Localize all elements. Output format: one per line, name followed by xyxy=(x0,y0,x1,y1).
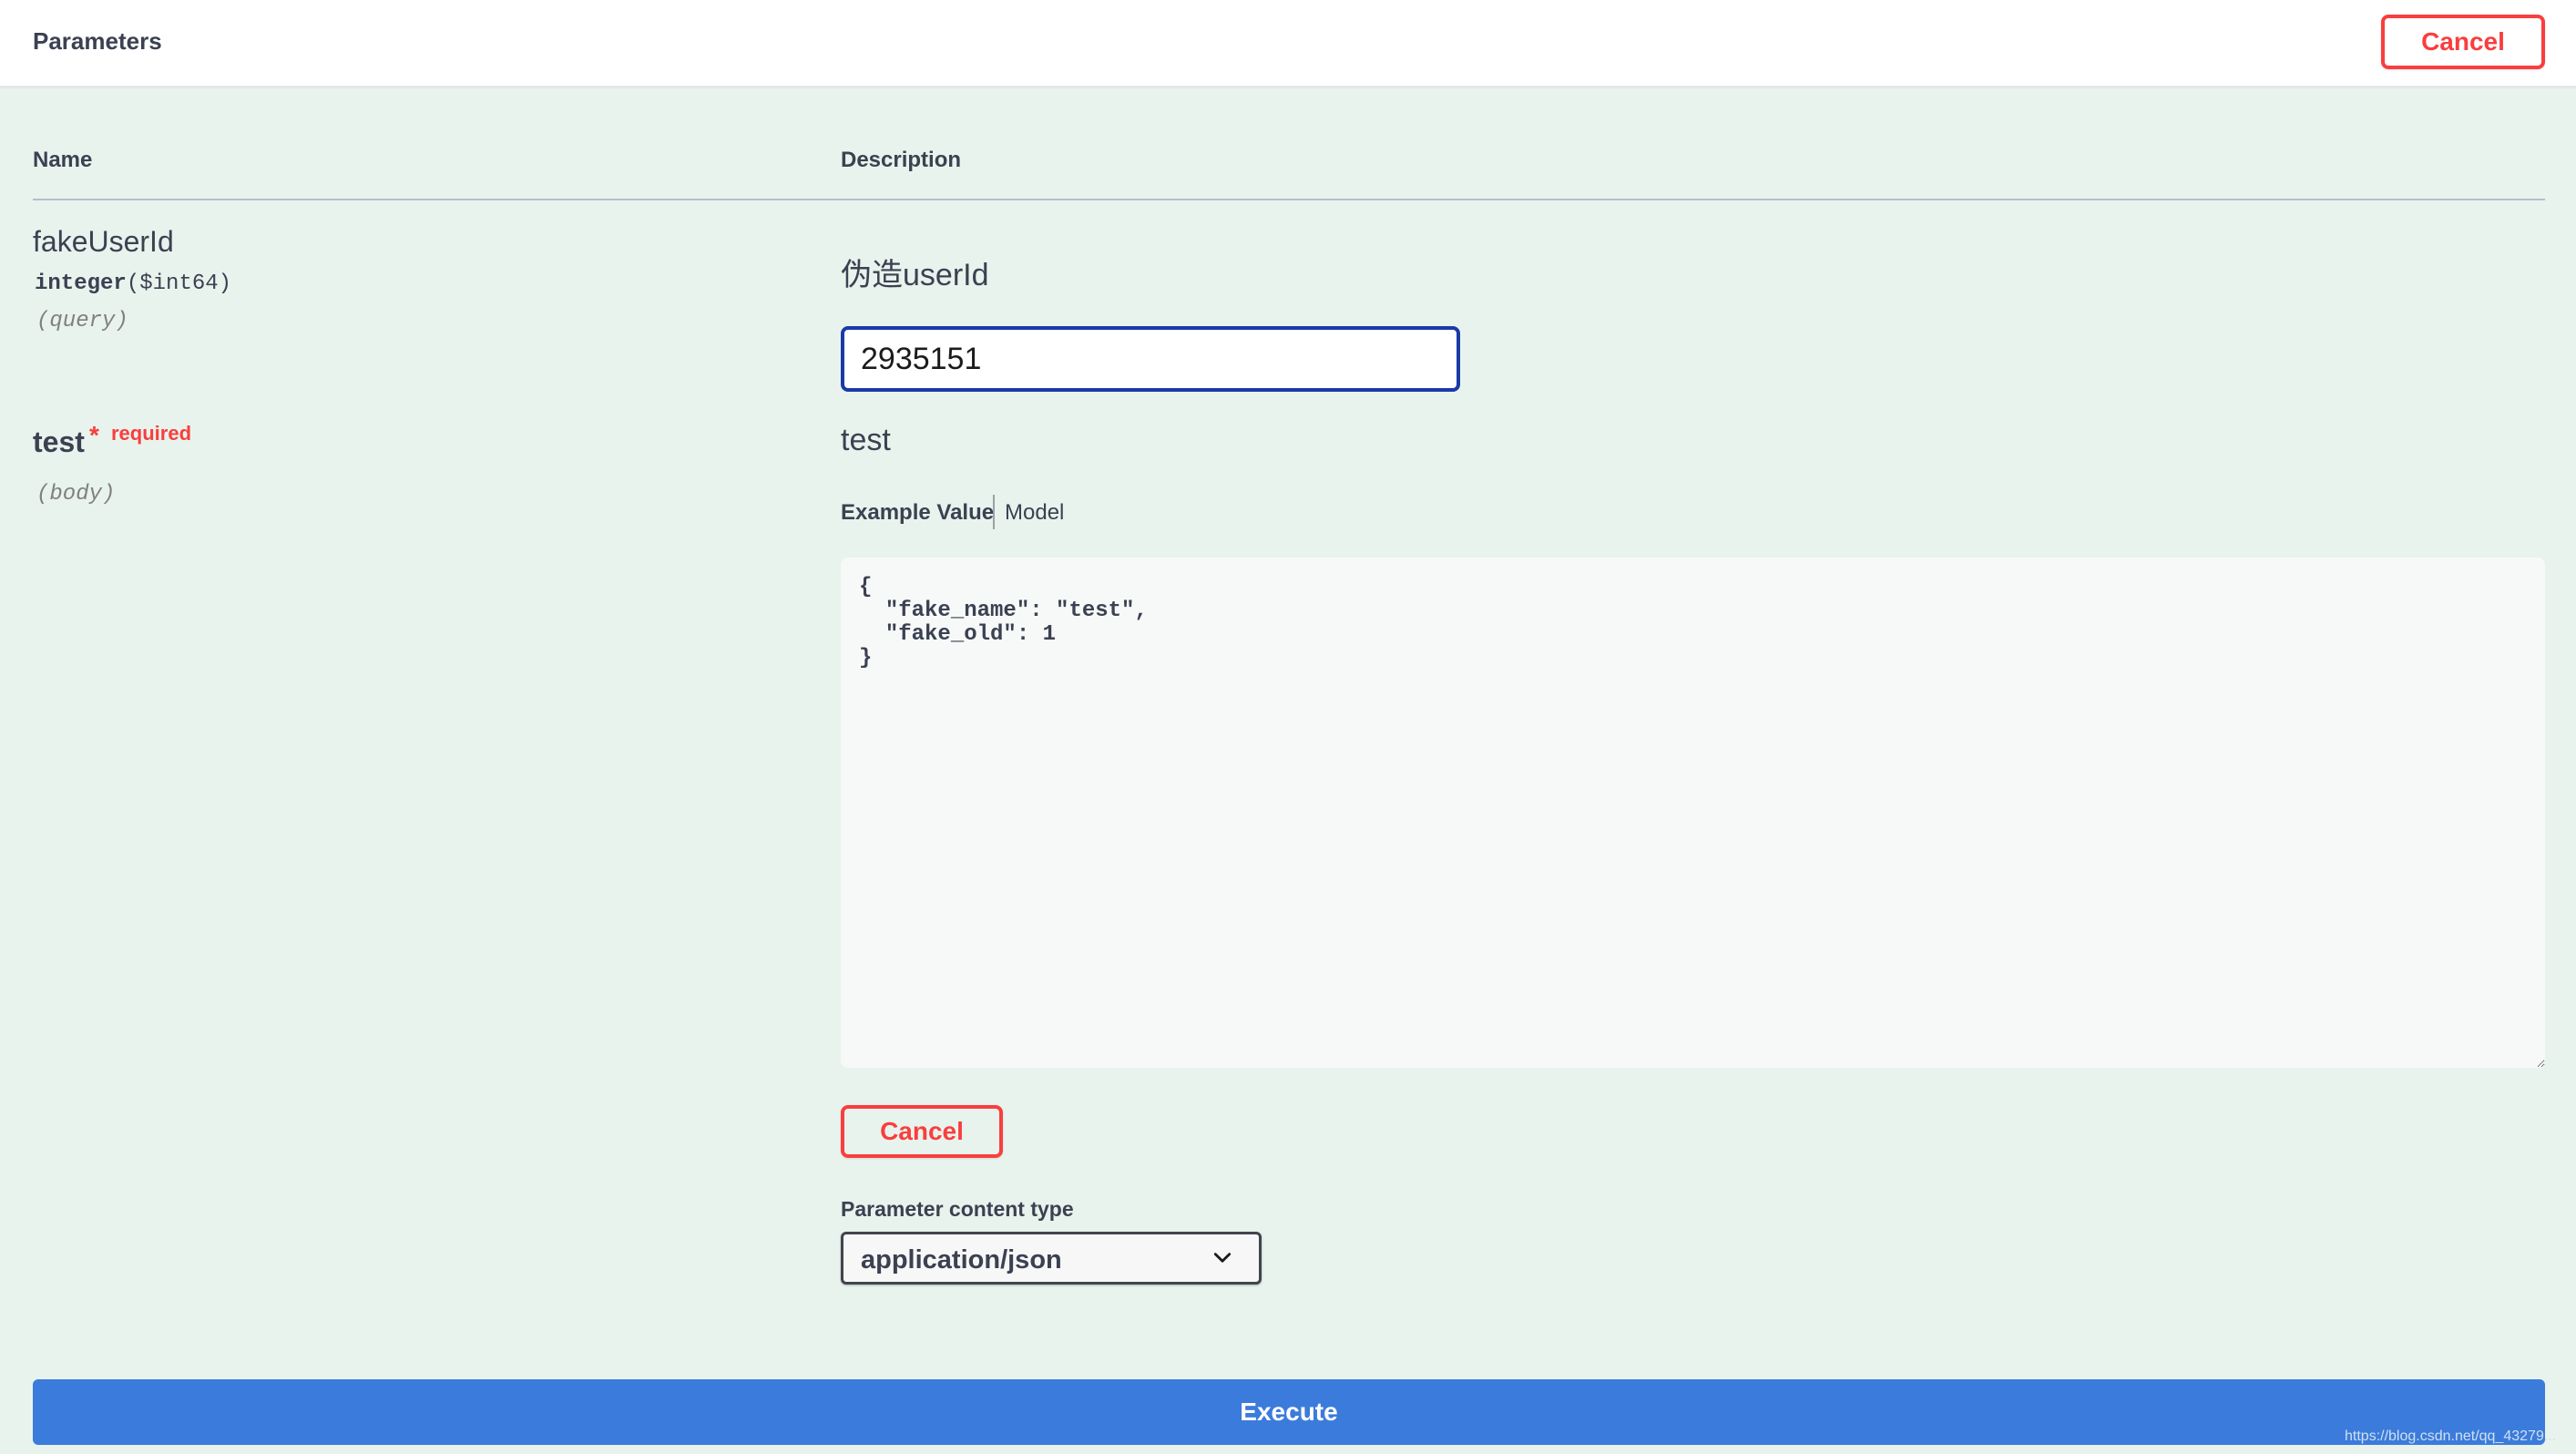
column-header-name: Name xyxy=(33,148,93,172)
param-location-body: (body) xyxy=(36,482,116,507)
parameters-header: Parameters Cancel xyxy=(0,0,2576,88)
param-name-fakeuserid: fakeUserId xyxy=(33,225,174,258)
column-header-description: Description xyxy=(841,148,962,172)
param-description-fakeuserid: 伪造userId xyxy=(841,258,989,292)
tab-divider xyxy=(993,495,995,529)
param-type: integer($int64) xyxy=(35,271,231,296)
param-type-format: ($int64) xyxy=(126,271,232,296)
content-type-value: application/json xyxy=(861,1245,1062,1275)
header-divider xyxy=(33,199,2545,200)
param-type-name: integer xyxy=(35,271,127,296)
execute-button[interactable]: Execute xyxy=(33,1379,2545,1445)
tab-example-value[interactable]: Example Value xyxy=(841,500,994,526)
tab-model[interactable]: Model xyxy=(1005,500,1064,526)
param-location-query: (query) xyxy=(36,309,128,333)
try-out-cancel-button[interactable]: Cancel xyxy=(2381,15,2545,69)
param-description-test: test xyxy=(841,423,891,457)
chevron-down-icon xyxy=(1213,1253,1232,1263)
content-type-select[interactable]: application/json xyxy=(841,1232,1262,1285)
parameters-title: Parameters xyxy=(33,27,162,55)
param-name-test: test xyxy=(33,425,85,458)
required-star: * xyxy=(89,421,99,449)
request-body-editor[interactable]: { "fake_name": "test", "fake_old": 1 } xyxy=(841,558,2545,1068)
fakeuserid-input[interactable] xyxy=(841,326,1460,392)
content-type-label: Parameter content type xyxy=(841,1197,1074,1221)
required-label: required xyxy=(111,422,192,445)
body-cancel-button[interactable]: Cancel xyxy=(841,1105,1003,1158)
watermark: https://blog.csdn.net/qq_43279... xyxy=(2345,1428,2557,1444)
